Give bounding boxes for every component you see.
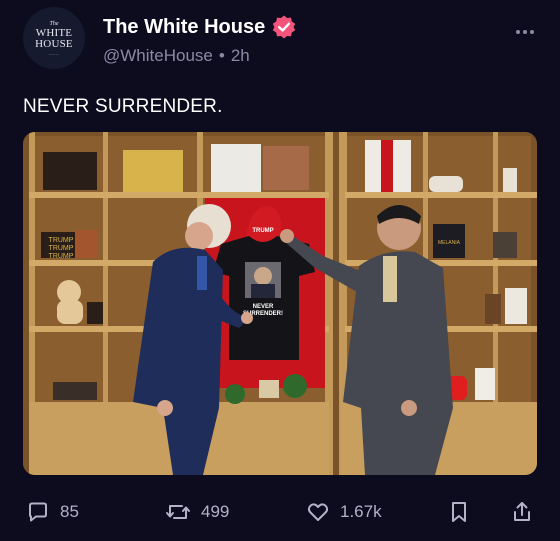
meta-separator: • bbox=[218, 46, 225, 65]
bookmark-button[interactable] bbox=[448, 500, 470, 524]
post-actions-bar: 85 499 1.67k bbox=[0, 500, 560, 530]
repost-count: 499 bbox=[201, 502, 230, 521]
like-count: 1.67k bbox=[340, 502, 382, 521]
author-name-row: The White House bbox=[103, 14, 297, 40]
author-meta-row: @WhiteHouse • 2h bbox=[103, 46, 250, 66]
post-time[interactable]: 2h bbox=[231, 46, 250, 66]
reply-count: 85 bbox=[60, 502, 79, 521]
author-display-name[interactable]: The White House bbox=[103, 16, 265, 39]
reply-button[interactable]: 85 bbox=[26, 500, 79, 524]
bookmark-icon bbox=[448, 500, 470, 524]
sign-text-line2: TRUMP bbox=[49, 245, 74, 252]
shirt-text-line1: NEVER bbox=[253, 304, 274, 310]
avatar-text-top: The bbox=[49, 20, 59, 27]
cap-text: TRUMP bbox=[252, 228, 273, 234]
more-options-icon[interactable] bbox=[516, 30, 534, 34]
heart-icon bbox=[306, 500, 330, 524]
sign-text-line1: TRUMP bbox=[49, 237, 74, 244]
avatar[interactable]: The WHITE HOUSE ——— bbox=[23, 7, 85, 69]
author-handle[interactable]: @WhiteHouse bbox=[103, 46, 213, 66]
share-icon bbox=[510, 500, 534, 524]
post-card: The WHITE HOUSE ——— The White House @Whi… bbox=[0, 0, 560, 541]
avatar-text-line2: HOUSE bbox=[35, 37, 73, 50]
repost-icon bbox=[165, 500, 191, 524]
avatar-underline: ——— bbox=[48, 51, 60, 56]
avatar-text-line1: WHITE bbox=[35, 26, 73, 39]
book-text: MELANIA bbox=[438, 240, 461, 246]
post-text: NEVER SURRENDER. bbox=[23, 96, 223, 117]
sign-text-line3: TRUMP bbox=[49, 253, 74, 260]
reply-icon bbox=[26, 500, 50, 524]
like-button[interactable]: 1.67k bbox=[306, 500, 382, 524]
verified-badge-icon bbox=[271, 14, 297, 40]
post-image[interactable]: TRUMP TRUMP TRUMP MELANIA TRUMP NEVER SU… bbox=[23, 132, 537, 475]
share-button[interactable] bbox=[510, 500, 534, 524]
repost-button[interactable]: 499 bbox=[165, 500, 229, 524]
